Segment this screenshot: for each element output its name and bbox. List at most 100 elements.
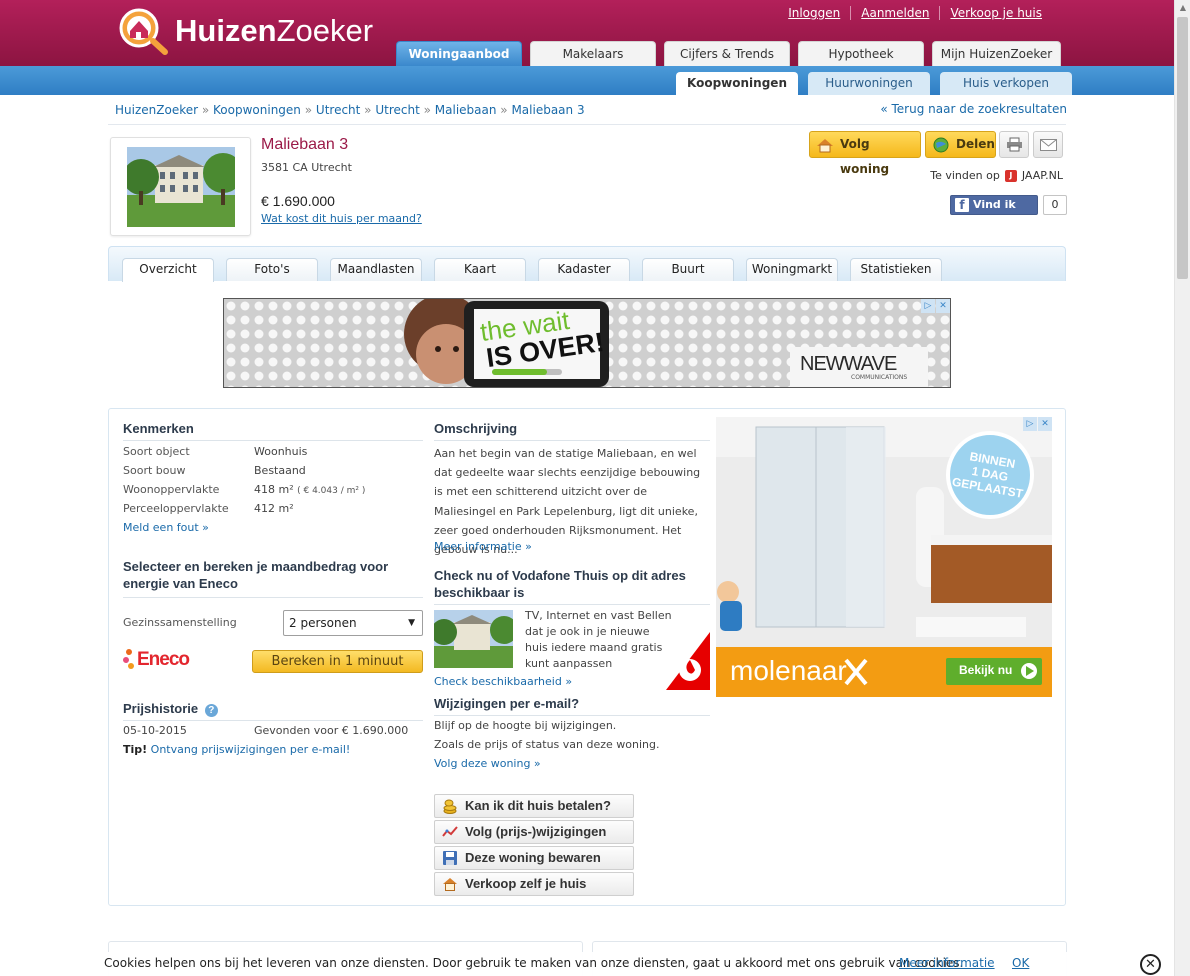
listing-address: 3581 CA Utrecht	[261, 161, 352, 174]
sell-house-link[interactable]: Verkoop je huis	[939, 6, 1052, 20]
price-history-heading: Prijshistorie ?	[123, 701, 218, 717]
top-links: Inloggen Aanmelden Verkoop je huis	[778, 6, 1052, 20]
back-to-results-link[interactable]: « Terug naar de zoekresultaten	[880, 102, 1067, 116]
scrollbar[interactable]: ▲	[1174, 0, 1190, 976]
follow-price-changes-button[interactable]: Volg (prijs-)wijzigingen	[434, 820, 634, 844]
envelope-icon	[1040, 139, 1057, 154]
close-icon[interactable]: ✕	[1140, 954, 1161, 975]
energy-heading: Selecteer en bereken je maandbedrag voor…	[123, 559, 389, 591]
more-info-link[interactable]: Meer informatie »	[434, 540, 532, 553]
tab-mijn-huizenzoeker[interactable]: Mijn HuizenZoeker	[932, 41, 1061, 66]
facebook-like-count: 0	[1043, 195, 1067, 215]
cookie-text: Cookies helpen ons bij het leveren van o…	[104, 956, 964, 970]
facebook-like-button[interactable]: f Vind ik leuk	[950, 195, 1038, 229]
tab-kadaster[interactable]: Kadaster	[538, 258, 630, 281]
description-heading: Omschrijving	[434, 421, 518, 436]
sell-yourself-button[interactable]: Verkoop zelf je huis	[434, 872, 634, 896]
feature-value: Woonhuis	[254, 445, 308, 458]
tab-cijfers-trends[interactable]: Cijfers & Trends	[664, 41, 790, 66]
banner-ad-brand-sub: COMMUNICATIONS	[851, 374, 908, 381]
price-alert-link[interactable]: Ontvang prijswijzigingen per e-mail!	[151, 743, 351, 756]
tab-maandlasten[interactable]: Maandlasten	[330, 258, 422, 281]
house-magnifier-icon	[113, 6, 173, 56]
subtab-koopwoningen[interactable]: Koopwoningen	[676, 72, 798, 95]
coins-icon	[442, 798, 458, 814]
divider	[123, 440, 423, 441]
price-per-m2: ( € 4.043 / m² )	[297, 486, 366, 496]
breadcrumb-item[interactable]: HuizenZoeker	[115, 103, 198, 117]
eneco-logo: Eneco	[123, 646, 190, 674]
tab-makelaars[interactable]: Makelaars	[530, 41, 656, 66]
breadcrumb-item[interactable]: Utrecht	[316, 103, 360, 117]
breadcrumb-item[interactable]: Koopwoningen	[213, 103, 301, 117]
tab-kaart[interactable]: Kaart	[434, 258, 526, 281]
main-nav: Woningaanbod Makelaars Cijfers & Trends …	[396, 41, 1061, 66]
tab-overzicht[interactable]: Overzicht	[122, 258, 214, 282]
adchoices-icon[interactable]: ▷	[1023, 417, 1037, 431]
listing-photo[interactable]	[123, 147, 243, 227]
side-ad[interactable]: BINNEN 1 DAG GEPLAATST molenaar Bekijk n…	[716, 417, 1052, 697]
feature-value: 412 m²	[254, 502, 294, 515]
jaap-logo-icon: J	[1004, 169, 1017, 182]
cookie-ok-link[interactable]: OK	[1012, 956, 1029, 970]
follow-listing-link[interactable]: Volg deze woning »	[434, 757, 541, 770]
tab-statistieken[interactable]: Statistieken	[850, 258, 942, 281]
email-button[interactable]	[1033, 131, 1063, 158]
print-button[interactable]	[999, 131, 1029, 158]
affordability-button[interactable]: Kan ik dit huis betalen?	[434, 794, 634, 818]
login-link[interactable]: Inloggen	[778, 6, 850, 20]
share-button[interactable]: Delen	[925, 131, 996, 158]
feature-label: Soort bouw	[123, 464, 186, 477]
divider	[123, 720, 423, 721]
scrollbar-thumb[interactable]	[1177, 17, 1188, 279]
breadcrumb-item[interactable]: Utrecht	[375, 103, 419, 117]
household-select[interactable]: 2 personen ▼	[283, 610, 423, 636]
report-error-link[interactable]: Meld een fout »	[123, 521, 209, 534]
close-icon[interactable]: ✕	[1038, 417, 1052, 431]
banner-ad-brand: NEWWAVE	[800, 353, 897, 375]
monthly-cost-link[interactable]: Wat kost dit huis per maand?	[261, 212, 422, 225]
listing-title: Maliebaan 3	[261, 136, 349, 153]
divider	[123, 597, 423, 598]
jaap-link[interactable]: JAAP.NL	[1022, 169, 1063, 182]
tab-hypotheek[interactable]: Hypotheek	[798, 41, 924, 66]
check-availability-link[interactable]: Check beschikbaarheid »	[434, 675, 572, 688]
side-ad-cta[interactable]: Bekijk nu	[959, 663, 1012, 677]
divider	[434, 604, 710, 605]
globe-icon	[933, 137, 949, 153]
email-changes-heading: Wijzigingen per e-mail?	[434, 696, 580, 711]
banner-ad[interactable]: the wait IS OVER! NEWWAVE COMMUNICATIONS…	[223, 298, 951, 388]
house-icon	[442, 876, 458, 892]
close-icon[interactable]: ✕	[936, 299, 950, 313]
help-icon[interactable]: ?	[204, 704, 218, 717]
save-listing-button[interactable]: Deze woning bewaren	[434, 846, 634, 870]
calculate-button[interactable]: Bereken in 1 minuut	[252, 650, 423, 673]
sub-nav: Koopwoningen Huurwoningen Huis verkopen	[676, 72, 1072, 95]
subtab-huis-verkopen[interactable]: Huis verkopen	[940, 72, 1072, 95]
breadcrumb-item[interactable]: Maliebaan	[435, 103, 497, 117]
price-history-date: 05-10-2015	[123, 724, 187, 737]
found-on: Te vinden op J JAAP.NL	[930, 169, 1063, 182]
follow-listing-button[interactable]: Volg woning	[809, 131, 921, 176]
tab-woningmarkt[interactable]: Woningmarkt	[746, 258, 838, 281]
tab-buurt[interactable]: Buurt	[642, 258, 734, 281]
breadcrumb-item[interactable]: Maliebaan 3	[511, 103, 584, 117]
register-link[interactable]: Aanmelden	[850, 6, 939, 20]
scroll-up-icon[interactable]: ▲	[1175, 0, 1190, 16]
divider	[434, 715, 710, 716]
side-ad-brand: molenaar	[730, 655, 847, 686]
detail-tabs: Overzicht Foto's Maandlasten Kaart Kadas…	[122, 258, 942, 282]
vodafone-text: TV, Internet en vast Bellen dat je ook i…	[525, 609, 672, 670]
email-changes-line: Blijf op de hoogte bij wijzigingen.	[434, 719, 617, 732]
tab-woningaanbod[interactable]: Woningaanbod	[396, 41, 522, 66]
site-logo[interactable]: HuizenZoeker	[113, 6, 373, 56]
feature-label: Woonoppervlakte	[123, 483, 220, 496]
email-changes-line: Zoals de prijs of status van deze woning…	[434, 738, 660, 751]
dropdown-arrow-icon: ▼	[408, 618, 415, 628]
adchoices-icon[interactable]: ▷	[921, 299, 935, 313]
listing-photo-frame[interactable]	[110, 137, 251, 236]
cookie-more-info-link[interactable]: Meer informatie	[899, 956, 995, 970]
kenmerken-heading: Kenmerken	[123, 421, 194, 436]
tab-fotos[interactable]: Foto's	[226, 258, 318, 281]
subtab-huurwoningen[interactable]: Huurwoningen	[808, 72, 930, 95]
